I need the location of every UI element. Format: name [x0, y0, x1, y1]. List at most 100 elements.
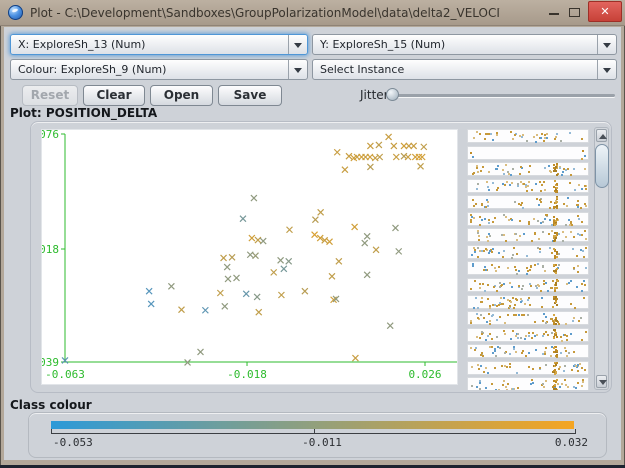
- data-point-marker[interactable]: [254, 294, 260, 300]
- data-point-marker[interactable]: [146, 288, 152, 294]
- data-point-marker[interactable]: [148, 301, 154, 307]
- data-point-marker[interactable]: [352, 355, 358, 361]
- data-point-marker[interactable]: [387, 323, 393, 329]
- data-point-marker[interactable]: [286, 227, 292, 233]
- data-point-marker[interactable]: [221, 255, 227, 261]
- data-point-marker[interactable]: [249, 235, 255, 241]
- clear-button[interactable]: Clear: [83, 85, 145, 106]
- data-point-marker[interactable]: [312, 217, 318, 223]
- data-point-marker[interactable]: [255, 237, 261, 243]
- data-point-marker[interactable]: [329, 273, 335, 279]
- data-point-marker[interactable]: [376, 142, 382, 148]
- data-point-marker[interactable]: [362, 240, 368, 246]
- dropdown-arrow-box[interactable]: [597, 60, 616, 79]
- data-point-marker[interactable]: [225, 276, 231, 282]
- data-point-marker[interactable]: [253, 253, 259, 259]
- data-point-marker[interactable]: [418, 163, 424, 169]
- data-point-marker[interactable]: [278, 292, 284, 298]
- data-point-marker[interactable]: [202, 307, 208, 313]
- save-button[interactable]: Save: [218, 85, 282, 106]
- attribute-strip[interactable]: [467, 245, 589, 259]
- data-point-marker[interactable]: [278, 257, 284, 263]
- strips-scrollbar[interactable]: [594, 127, 609, 390]
- data-point-marker[interactable]: [416, 154, 422, 160]
- attribute-strip[interactable]: [467, 295, 589, 309]
- data-point-marker[interactable]: [224, 264, 230, 270]
- slider-knob[interactable]: [386, 88, 399, 101]
- attribute-strip[interactable]: [467, 311, 589, 325]
- attribute-strip[interactable]: [467, 361, 589, 375]
- data-point-marker[interactable]: [178, 307, 184, 313]
- open-button[interactable]: Open: [150, 85, 213, 106]
- titlebar[interactable]: Plot - C:\Development\Sandboxes\GroupPol…: [0, 0, 625, 26]
- attribute-strip[interactable]: [467, 179, 589, 193]
- data-point-marker[interactable]: [419, 154, 425, 160]
- select-instance-dropdown[interactable]: Select Instance: [312, 59, 617, 80]
- attribute-strip[interactable]: [467, 129, 589, 143]
- data-point-marker[interactable]: [367, 164, 373, 170]
- data-point-marker[interactable]: [352, 224, 358, 230]
- dropdown-arrow-box[interactable]: [288, 35, 307, 54]
- y-attribute-dropdown[interactable]: Y: ExploreSh_15 (Num): [312, 34, 617, 55]
- data-point-marker[interactable]: [364, 272, 370, 278]
- attribute-strip[interactable]: [467, 377, 589, 390]
- x-attribute-dropdown[interactable]: X: ExploreSh_13 (Num): [10, 34, 308, 55]
- scroll-down-icon[interactable]: [596, 375, 607, 388]
- data-point-marker[interactable]: [281, 266, 287, 272]
- data-point-marker[interactable]: [391, 143, 397, 149]
- close-button[interactable]: ✕: [588, 1, 622, 22]
- data-point-marker[interactable]: [396, 248, 402, 254]
- colour-attribute-dropdown[interactable]: Colour: ExploreSh_9 (Num): [10, 59, 308, 80]
- data-point-marker[interactable]: [327, 239, 333, 245]
- data-point-marker[interactable]: [217, 290, 223, 296]
- data-point-marker[interactable]: [405, 154, 411, 160]
- data-point-marker[interactable]: [386, 134, 392, 140]
- data-point-marker[interactable]: [247, 252, 253, 258]
- data-point-marker[interactable]: [342, 167, 348, 173]
- data-point-marker[interactable]: [198, 349, 204, 355]
- scroll-up-icon[interactable]: [596, 129, 607, 142]
- data-point-marker[interactable]: [302, 288, 308, 294]
- data-point-marker[interactable]: [251, 195, 257, 201]
- data-point-marker[interactable]: [260, 238, 266, 244]
- data-point-marker[interactable]: [286, 258, 292, 264]
- data-point-marker[interactable]: [256, 309, 262, 315]
- data-point-marker[interactable]: [364, 233, 370, 239]
- scrollbar-thumb[interactable]: [595, 144, 609, 188]
- data-point-marker[interactable]: [393, 154, 399, 160]
- data-point-marker[interactable]: [240, 216, 246, 222]
- attribute-strip[interactable]: [467, 195, 589, 209]
- data-point-marker[interactable]: [421, 144, 427, 150]
- data-point-marker[interactable]: [234, 275, 240, 281]
- data-point-marker[interactable]: [373, 247, 379, 253]
- data-point-marker[interactable]: [392, 225, 398, 231]
- data-point-marker[interactable]: [377, 154, 383, 160]
- data-point-marker[interactable]: [312, 232, 318, 238]
- minimize-icon[interactable]: [549, 13, 559, 15]
- dropdown-arrow-box[interactable]: [597, 35, 616, 54]
- data-point-marker[interactable]: [318, 209, 324, 215]
- attribute-strip[interactable]: [467, 228, 589, 242]
- scatter-plot-area[interactable]: 0.0760.018-0.039-0.063-0.0180.026: [41, 129, 458, 385]
- dropdown-arrow-box[interactable]: [288, 60, 307, 79]
- jitter-slider[interactable]: [386, 85, 615, 106]
- reset-button[interactable]: Reset: [22, 85, 78, 106]
- attribute-strip[interactable]: [467, 162, 589, 176]
- data-point-marker[interactable]: [367, 143, 373, 149]
- attribute-strip[interactable]: [467, 344, 589, 358]
- data-point-marker[interactable]: [334, 149, 340, 155]
- attribute-strip[interactable]: [467, 146, 589, 160]
- data-point-marker[interactable]: [168, 283, 174, 289]
- maximize-icon[interactable]: [569, 8, 580, 17]
- data-point-marker[interactable]: [243, 291, 249, 297]
- data-point-marker[interactable]: [222, 303, 228, 309]
- attribute-strip[interactable]: [467, 278, 589, 292]
- data-point-marker[interactable]: [336, 258, 342, 264]
- attribute-strip[interactable]: [467, 261, 589, 275]
- slider-track[interactable]: [394, 94, 615, 97]
- data-point-marker[interactable]: [367, 154, 373, 160]
- attribute-strip[interactable]: [467, 328, 589, 342]
- data-point-marker[interactable]: [271, 269, 277, 275]
- attribute-strip[interactable]: [467, 212, 589, 226]
- data-point-marker[interactable]: [346, 153, 352, 159]
